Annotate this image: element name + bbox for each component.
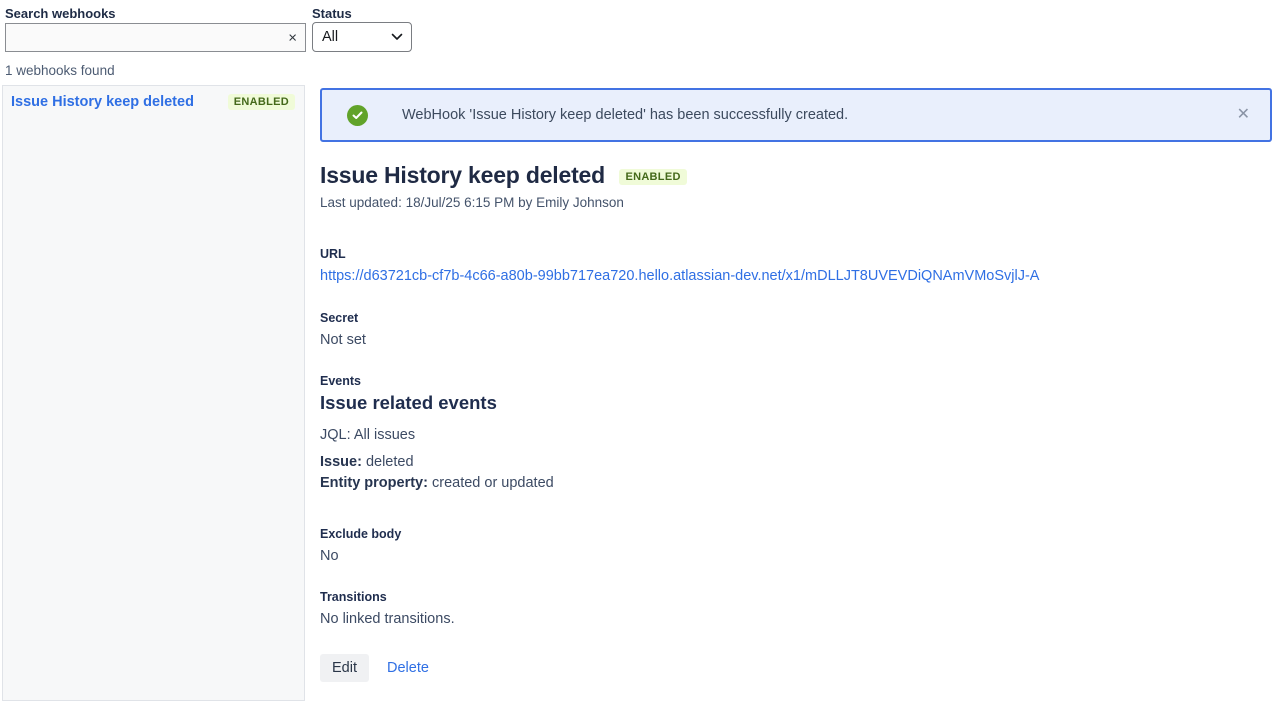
issue-value: deleted (366, 454, 414, 470)
success-check-icon (347, 105, 368, 126)
entity-property-label: Entity property: (320, 475, 428, 491)
edit-button[interactable]: Edit (320, 654, 369, 682)
jql-value: All issues (354, 427, 415, 443)
search-webhooks-label: Search webhooks (5, 6, 116, 21)
results-count: 1 webhooks found (5, 63, 115, 78)
search-input-wrap: × (5, 23, 306, 52)
exclude-body-value: No (320, 548, 339, 564)
events-label: Events (320, 374, 361, 388)
events-heading: Issue related events (320, 392, 497, 414)
url-label: URL (320, 247, 346, 261)
issue-line: Issue: deleted (320, 454, 414, 470)
transitions-value: No linked transitions. (320, 611, 455, 627)
transitions-label: Transitions (320, 590, 387, 604)
webhook-detail-panel: WebHook 'Issue History keep deleted' has… (320, 88, 1272, 704)
success-banner: WebHook 'Issue History keep deleted' has… (320, 88, 1272, 142)
last-updated-text: Last updated: 18/Jul/25 6:15 PM by Emily… (320, 195, 624, 210)
webhook-list-item-label[interactable]: Issue History keep deleted (11, 94, 194, 110)
exclude-body-label: Exclude body (320, 527, 401, 541)
actions-row: Edit Delete (320, 654, 429, 682)
delete-link[interactable]: Delete (387, 660, 429, 676)
webhook-list: Issue History keep deleted ENABLED (2, 85, 305, 701)
secret-value: Not set (320, 332, 366, 348)
webhook-list-item[interactable]: Issue History keep deleted ENABLED (3, 86, 304, 118)
entity-property-value: created or updated (432, 475, 554, 491)
detail-status-badge: ENABLED (619, 169, 686, 185)
clear-search-icon[interactable]: × (288, 30, 297, 45)
page-title: Issue History keep deleted (320, 162, 605, 188)
page-title-row: Issue History keep deleted ENABLED (320, 162, 687, 189)
status-label: Status (312, 6, 352, 21)
status-select-wrap: All (312, 22, 412, 52)
status-select[interactable]: All (312, 22, 412, 52)
entity-property-line: Entity property: created or updated (320, 475, 554, 491)
close-icon[interactable]: ✕ (1237, 107, 1250, 123)
webhook-status-badge: ENABLED (228, 94, 295, 110)
jql-line: JQL: All issues (320, 427, 415, 443)
issue-label: Issue: (320, 454, 362, 470)
webhook-url-link[interactable]: https://d63721cb-cf7b-4c66-a80b-99bb717e… (320, 268, 1039, 284)
banner-message: WebHook 'Issue History keep deleted' has… (402, 107, 848, 123)
search-input[interactable] (5, 23, 306, 52)
jql-label: JQL: (320, 427, 351, 443)
secret-label: Secret (320, 311, 358, 325)
